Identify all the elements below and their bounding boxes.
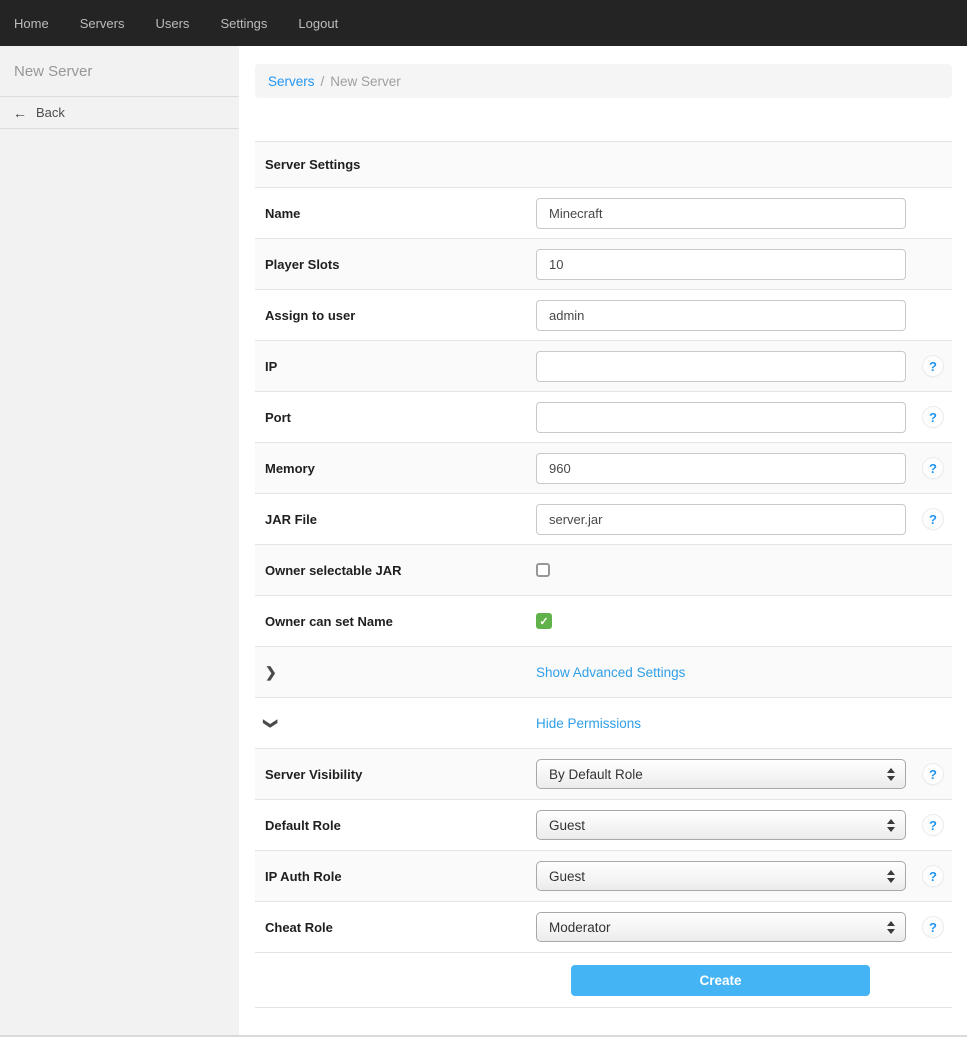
owner-selectable-jar-row: Owner selectable JAR <box>255 544 952 595</box>
memory-input[interactable] <box>536 453 906 484</box>
back-label: Back <box>36 105 65 120</box>
nav-item-settings[interactable]: Settings <box>220 16 267 31</box>
ip-auth-role-select[interactable]: Guest <box>536 861 906 891</box>
default-role-select[interactable]: Guest <box>536 810 906 840</box>
select-arrows-icon <box>887 819 895 832</box>
hide-permissions-link[interactable]: Hide Permissions <box>536 716 641 731</box>
breadcrumb-link-servers[interactable]: Servers <box>268 74 315 89</box>
create-row: Create <box>255 952 952 1008</box>
help-icon[interactable]: ? <box>922 865 944 887</box>
arrow-left-icon: ← <box>13 105 27 121</box>
name-label: Name <box>265 206 536 221</box>
default-role-row: Default Role Guest? <box>255 799 952 850</box>
owner-selectable-jar-label: Owner selectable JAR <box>265 563 536 578</box>
owner-can-set-name-label: Owner can set Name <box>265 614 536 629</box>
ip-auth-role-label: IP Auth Role <box>265 869 536 884</box>
port-label: Port <box>265 410 536 425</box>
hide-permissions-row: ❯ Hide Permissions <box>255 697 952 748</box>
chevron-down-icon[interactable]: ❯ <box>262 717 279 729</box>
assign-to-user-label: Assign to user <box>265 308 536 323</box>
breadcrumb-current: New Server <box>330 74 401 89</box>
port-input[interactable] <box>536 402 906 433</box>
assign-to-user-row: Assign to user <box>255 289 952 340</box>
top-nav: Home Servers Users Settings Logout <box>0 0 967 46</box>
ip-label: IP <box>265 359 536 374</box>
show-advanced-settings-link[interactable]: Show Advanced Settings <box>536 665 685 680</box>
memory-row: Memory? <box>255 442 952 493</box>
main-content: Servers / New Server Server Settings Name… <box>239 46 967 1035</box>
help-icon[interactable]: ? <box>922 508 944 530</box>
server-visibility-select[interactable]: By Default Role <box>536 759 906 789</box>
breadcrumb-separator: / <box>321 74 325 89</box>
nav-item-home[interactable]: Home <box>14 16 49 31</box>
cheat-role-label: Cheat Role <box>265 920 536 935</box>
ip-auth-role-row: IP Auth Role Guest? <box>255 850 952 901</box>
jar-file-row: JAR File? <box>255 493 952 544</box>
assign-to-user-input[interactable] <box>536 300 906 331</box>
server-visibility-label: Server Visibility <box>265 767 536 782</box>
memory-label: Memory <box>265 461 536 476</box>
chevron-right-icon[interactable]: ❯ <box>265 664 277 681</box>
cheat-role-row: Cheat Role Moderator? <box>255 901 952 952</box>
page-title: New Server <box>0 46 239 97</box>
cheat-role-select[interactable]: Moderator <box>536 912 906 942</box>
select-arrows-icon <box>887 870 895 883</box>
jar-file-label: JAR File <box>265 512 536 527</box>
ip-auth-role-selected-value: Guest <box>549 869 887 884</box>
ip-row: IP? <box>255 340 952 391</box>
help-icon[interactable]: ? <box>922 406 944 428</box>
help-icon[interactable]: ? <box>922 916 944 938</box>
server-visibility-row: Server Visibility By Default Role? <box>255 748 952 799</box>
player-slots-input[interactable] <box>536 249 906 280</box>
help-icon[interactable]: ? <box>922 355 944 377</box>
help-icon[interactable]: ? <box>922 814 944 836</box>
server-visibility-selected-value: By Default Role <box>549 767 887 782</box>
server-settings-row: Server Settings <box>255 141 952 187</box>
page: Home Servers Users Settings Logout New Serve… <box>0 0 967 1037</box>
name-input[interactable] <box>536 198 906 229</box>
default-role-label: Default Role <box>265 818 536 833</box>
port-row: Port? <box>255 391 952 442</box>
default-role-selected-value: Guest <box>549 818 887 833</box>
player-slots-label: Player Slots <box>265 257 536 272</box>
ip-input[interactable] <box>536 351 906 382</box>
jar-file-input[interactable] <box>536 504 906 535</box>
nav-item-servers[interactable]: Servers <box>80 16 125 31</box>
select-arrows-icon <box>887 768 895 781</box>
server-settings-form: Server Settings Name Player Slots Assign to… <box>255 141 952 1008</box>
section-title: Server Settings <box>265 157 952 172</box>
owner-can-set-name-row: Owner can set Name✓ <box>255 595 952 646</box>
select-arrows-icon <box>887 921 895 934</box>
name-row: Name <box>255 187 952 238</box>
breadcrumb: Servers / New Server <box>255 64 952 98</box>
cheat-role-selected-value: Moderator <box>549 920 887 935</box>
sidebar: New Server ← Back <box>0 46 239 1035</box>
back-button[interactable]: ← Back <box>0 97 239 129</box>
player-slots-row: Player Slots <box>255 238 952 289</box>
help-icon[interactable]: ? <box>922 457 944 479</box>
nav-item-logout[interactable]: Logout <box>298 16 338 31</box>
help-icon[interactable]: ? <box>922 763 944 785</box>
nav-item-users[interactable]: Users <box>155 16 189 31</box>
create-button[interactable]: Create <box>571 965 870 996</box>
owner-selectable-jar-checkbox[interactable] <box>536 563 550 577</box>
owner-can-set-name-checkbox[interactable]: ✓ <box>536 613 552 629</box>
show-advanced-settings-row: ❯ Show Advanced Settings <box>255 646 952 697</box>
